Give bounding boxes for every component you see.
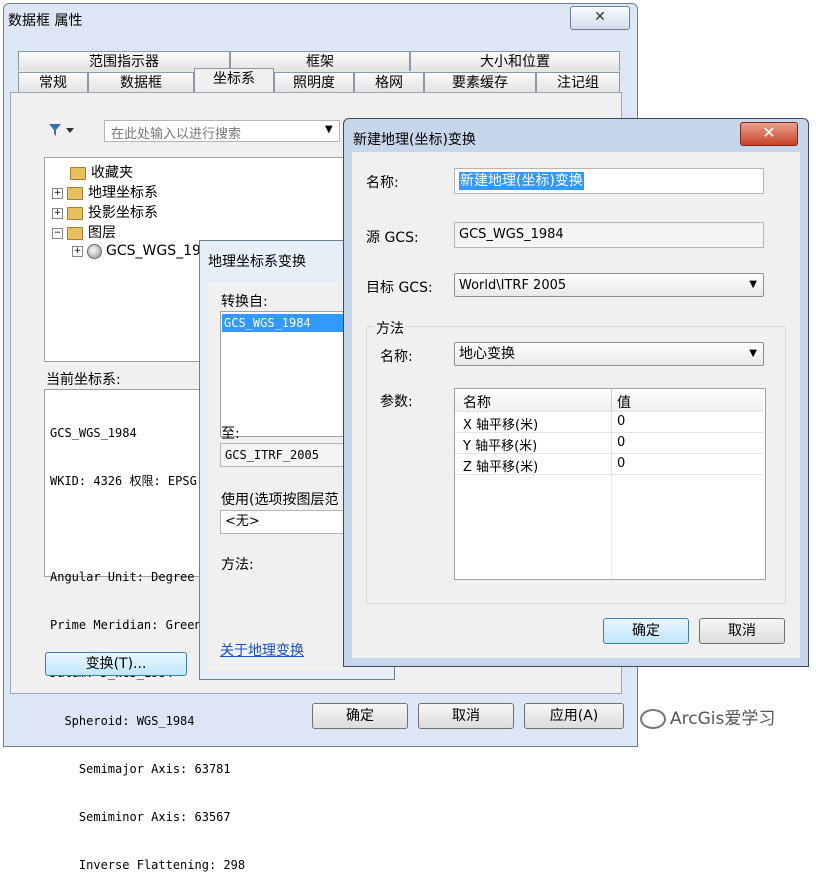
tab-annotation-groups[interactable]: 注记组 [536, 72, 620, 92]
source-gcs-field: GCS_WGS_1984 [454, 222, 764, 248]
method-group-title: 方法 [374, 318, 406, 338]
header-name: 名称 [463, 395, 491, 411]
tree-item-gcs-wgs-1984[interactable]: + GCS_WGS_1984 [72, 243, 219, 259]
source-gcs-label: 源 GCS: [366, 230, 419, 246]
globe-icon [87, 243, 102, 259]
target-gcs-label: 目标 GCS: [366, 280, 433, 296]
method-label: 方法: [221, 557, 254, 573]
dialog-title: 新建地理(坐标)变换 [353, 132, 476, 148]
about-transformations-link[interactable]: 关于地理变换 [220, 640, 304, 660]
ok-button[interactable]: 确定 [312, 703, 408, 729]
convert-from-label: 转换自: [221, 294, 268, 310]
tab-feature-cache[interactable]: 要素缓存 [424, 72, 536, 92]
cancel-button[interactable]: 取消 [699, 618, 785, 644]
folder-icon [67, 186, 83, 200]
tab-coordinate-system[interactable]: 坐标系 [194, 68, 274, 92]
transform-button[interactable]: 变换(T)... [45, 652, 187, 676]
tree-item-favorites[interactable]: 收藏夹 [70, 162, 133, 182]
expand-icon[interactable]: + [52, 187, 63, 199]
tree-item-layers[interactable]: − 图层 [52, 222, 116, 242]
target-gcs-value: World\ITRF 2005 [459, 278, 567, 293]
header-value: 值 [617, 395, 631, 411]
cancel-button[interactable]: 取消 [418, 703, 514, 729]
tab-size-position[interactable]: 大小和位置 [410, 51, 620, 71]
chevron-down-icon[interactable]: ▼ [325, 124, 333, 135]
method-name-label: 名称: [380, 349, 413, 365]
chevron-down-icon[interactable]: ▼ [749, 343, 757, 365]
collapse-icon[interactable]: − [52, 227, 63, 239]
tree-item-projected[interactable]: + 投影坐标系 [52, 202, 158, 222]
name-label: 名称: [366, 175, 399, 191]
search-box[interactable]: 在此处输入以进行搜索 ▼ [104, 120, 340, 142]
name-input[interactable]: 新建地理(坐标)变换 [454, 168, 764, 194]
tree-item-geographic[interactable]: + 地理坐标系 [52, 182, 158, 202]
watermark: ArcGis爱学习 [640, 704, 775, 729]
folder-star-icon [70, 166, 86, 180]
tab-illumination[interactable]: 照明度 [274, 72, 354, 92]
tab-data-frame[interactable]: 数据框 [88, 72, 194, 92]
method-value: 地心变换 [459, 346, 515, 362]
table-row[interactable]: X 轴平移(米) 0 [455, 412, 763, 433]
close-button[interactable]: ✕ [570, 6, 630, 30]
grid-header: 名称 值 [455, 389, 763, 412]
using-combo[interactable]: <无> [220, 510, 346, 534]
close-button[interactable]: ✕ [740, 122, 798, 146]
list-item[interactable]: GCS_WGS_1984 [222, 314, 344, 332]
ok-button[interactable]: 确定 [603, 618, 689, 644]
chat-bubble-icon [640, 709, 666, 729]
search-placeholder: 在此处输入以进行搜索 [111, 127, 242, 142]
name-input-value: 新建地理(坐标)变换 [459, 172, 584, 190]
folder-open-icon [67, 226, 83, 240]
folder-icon [67, 206, 83, 220]
table-row[interactable]: Z 轴平移(米) 0 [455, 454, 763, 475]
params-label: 参数: [380, 394, 413, 410]
filter-icon[interactable] [48, 122, 76, 142]
apply-button[interactable]: 应用(A) [524, 703, 624, 729]
using-label: 使用(选项按图层范 [221, 492, 339, 508]
method-combo[interactable]: 地心变换 ▼ [454, 342, 764, 366]
dialog-title: 地理坐标系变换 [208, 254, 306, 270]
current-cs-label: 当前坐标系: [46, 372, 121, 388]
expand-icon[interactable]: + [52, 207, 63, 219]
tab-general[interactable]: 常规 [18, 72, 88, 92]
parameters-grid: 名称 值 X 轴平移(米) 0 Y 轴平移(米) 0 Z 轴平移(米) 0 [454, 388, 766, 580]
target-gcs-combo[interactable]: World\ITRF 2005 ▼ [454, 273, 764, 297]
tab-grids[interactable]: 格网 [354, 72, 424, 92]
table-row[interactable]: Y 轴平移(米) 0 [455, 433, 763, 454]
expand-icon[interactable]: + [72, 245, 83, 257]
to-label: 至: [221, 426, 240, 442]
window-title: 数据框 属性 [8, 13, 83, 29]
chevron-down-icon[interactable]: ▼ [749, 274, 757, 296]
to-value-field: GCS_ITRF_2005 [220, 443, 346, 467]
